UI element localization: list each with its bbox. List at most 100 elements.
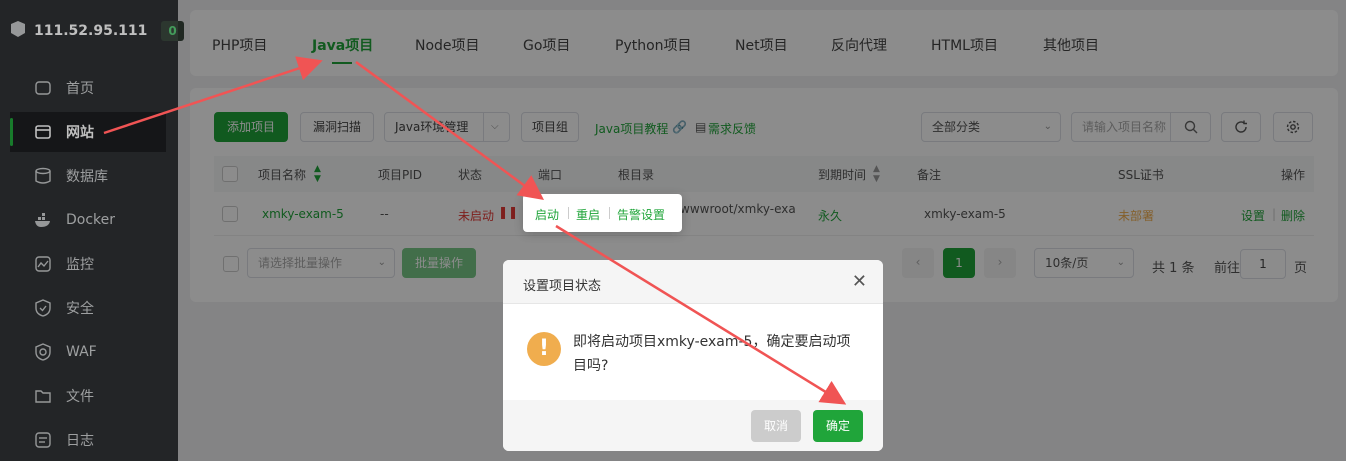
confirm-button[interactable]: 确定	[813, 410, 863, 442]
java-env-button[interactable]: Java环境管理 ⌵	[384, 112, 510, 142]
sidebar-item-label: Docker	[66, 212, 116, 228]
th-actions: 操作	[1281, 168, 1306, 182]
dialog-message: 即将启动项目xmky-exam-5，确定要启动项目吗?	[573, 334, 851, 374]
sidebar-item-docker[interactable]: Docker	[10, 200, 166, 240]
category-selected: 全部分类	[932, 120, 981, 134]
tab-html[interactable]: HTML项目	[931, 35, 998, 55]
select-all-checkbox[interactable]	[222, 166, 238, 182]
th-name[interactable]: 项目名称	[258, 166, 306, 183]
project-name-link[interactable]: xmky-exam-5	[262, 207, 344, 221]
alert-settings-action[interactable]: 告警设置	[617, 206, 665, 223]
th-port: 端口	[538, 168, 563, 182]
tab-java[interactable]: Java项目	[312, 35, 373, 55]
feedback-link[interactable]: 需求反馈	[708, 120, 756, 137]
dialog-title: 设置项目状态	[523, 279, 602, 294]
table-header: 项目名称 ▲ ▼ 项目PID 状态 端口 根目录 到期时间 ▲ ▼ 备注 SSL证书…	[214, 156, 1314, 192]
external-link-icon: 🔗	[672, 120, 687, 134]
add-project-button[interactable]: 添加项目	[214, 112, 288, 142]
project-note[interactable]: xmky-exam-5	[924, 207, 1006, 221]
ssl-status[interactable]: 未部署	[1118, 207, 1154, 224]
java-env-label: Java环境管理	[395, 120, 469, 134]
database-icon	[34, 167, 52, 185]
shield-icon	[34, 299, 52, 317]
sidebar-item-label: 日志	[66, 433, 94, 449]
th-note: 备注	[917, 168, 942, 182]
start-action[interactable]: 启动	[535, 206, 559, 223]
sidebar-item-website[interactable]: 网站	[10, 112, 166, 152]
category-select[interactable]: 全部分类 ⌄	[921, 112, 1061, 142]
th-status: 状态	[458, 168, 483, 182]
warning-icon: !	[527, 332, 561, 366]
page-size-select[interactable]: 10条/页 ⌄	[1034, 248, 1134, 278]
sort-icon[interactable]: ▲ ▼	[314, 164, 321, 184]
docker-icon	[34, 211, 52, 229]
tab-net[interactable]: Net项目	[735, 35, 788, 55]
sidebar-item-home[interactable]: 首页	[10, 68, 166, 108]
page-size-selected: 10条/页	[1045, 256, 1089, 270]
search-icon[interactable]	[1170, 112, 1211, 142]
th-pid: 项目PID	[378, 168, 423, 182]
server-icon	[10, 20, 26, 42]
sidebar-item-database[interactable]: 数据库	[10, 156, 166, 196]
server-ip: 111.52.95.111	[34, 23, 148, 39]
tab-reverse-proxy[interactable]: 反向代理	[831, 35, 887, 55]
divider	[609, 207, 610, 219]
log-icon	[34, 431, 52, 449]
sidebar-item-label: 监控	[66, 257, 94, 273]
home-icon	[34, 79, 52, 97]
globe-icon	[34, 123, 52, 141]
sidebar: 111.52.95.111 0 首页 网站 数据库 Docker 监控 安全 W…	[0, 0, 184, 461]
vuln-scan-button[interactable]: 漏洞扫描	[300, 112, 374, 142]
prev-page-icon[interactable]: ‹	[902, 248, 934, 278]
waf-icon	[34, 343, 52, 361]
tab-go[interactable]: Go项目	[523, 35, 570, 55]
batch-action-select[interactable]: 请选择批量操作 ⌄	[247, 248, 395, 278]
row-checkbox[interactable]	[222, 206, 238, 222]
batch-action-button[interactable]: 批量操作	[402, 248, 476, 278]
status-stopped[interactable]: 未启动	[458, 207, 494, 224]
cancel-button[interactable]: 取消	[751, 410, 801, 442]
th-root: 根目录	[618, 168, 655, 182]
sidebar-item-security[interactable]: 安全	[10, 288, 166, 328]
page-number-current[interactable]: 1	[943, 248, 975, 278]
project-root[interactable]: wwwroot/xmky-exa	[680, 202, 796, 216]
sidebar-item-label: 首页	[66, 81, 94, 97]
delete-link[interactable]: 删除	[1281, 207, 1305, 224]
sidebar-item-files[interactable]: 文件	[10, 376, 166, 416]
search-placeholder: 请输入项目名称	[1082, 120, 1167, 134]
chevron-down-icon: ⌄	[1116, 257, 1125, 268]
restart-action[interactable]: 重启	[576, 206, 600, 223]
next-page-icon[interactable]: ›	[984, 248, 1016, 278]
pause-icon[interactable]: ❚❚	[498, 205, 518, 219]
alert-count-badge[interactable]: 0	[161, 21, 184, 41]
tab-php[interactable]: PHP项目	[212, 35, 267, 55]
sidebar-item-label: 安全	[66, 301, 94, 317]
monitor-icon	[34, 255, 52, 273]
th-expire[interactable]: 到期时间	[818, 166, 866, 183]
refresh-icon[interactable]	[1221, 112, 1261, 142]
tab-other[interactable]: 其他项目	[1043, 35, 1099, 55]
active-tab-indicator	[332, 62, 352, 64]
java-tutorial-link[interactable]: Java项目教程	[595, 120, 668, 137]
goto-page-input[interactable]: 1	[1240, 249, 1286, 279]
gear-icon[interactable]	[1273, 112, 1313, 142]
tab-node[interactable]: Node项目	[415, 35, 480, 55]
batch-action-placeholder: 请选择批量操作	[258, 256, 343, 270]
sort-icon[interactable]: ▲ ▼	[873, 164, 880, 184]
chevron-down-icon: ⌄	[377, 257, 386, 268]
sidebar-item-monitor[interactable]: 监控	[10, 244, 166, 284]
tab-python[interactable]: Python项目	[615, 35, 692, 55]
sidebar-item-logs[interactable]: 日志	[10, 420, 166, 460]
close-icon[interactable]: ✕	[852, 271, 867, 292]
th-ssl[interactable]: SSL证书	[1118, 166, 1164, 183]
chevron-down-icon: ⌄	[1043, 121, 1052, 132]
project-group-button[interactable]: 项目组	[521, 112, 579, 142]
chevron-down-icon[interactable]: ⌵	[491, 113, 499, 141]
goto-label: 前往	[1214, 261, 1241, 276]
server-header: 111.52.95.111 0	[10, 20, 184, 42]
expire-date[interactable]: 永久	[818, 207, 842, 224]
page-unit-label: 页	[1294, 261, 1308, 276]
batch-select-checkbox[interactable]	[223, 256, 239, 272]
settings-link[interactable]: 设置	[1241, 207, 1265, 224]
sidebar-item-waf[interactable]: WAF	[10, 332, 166, 372]
